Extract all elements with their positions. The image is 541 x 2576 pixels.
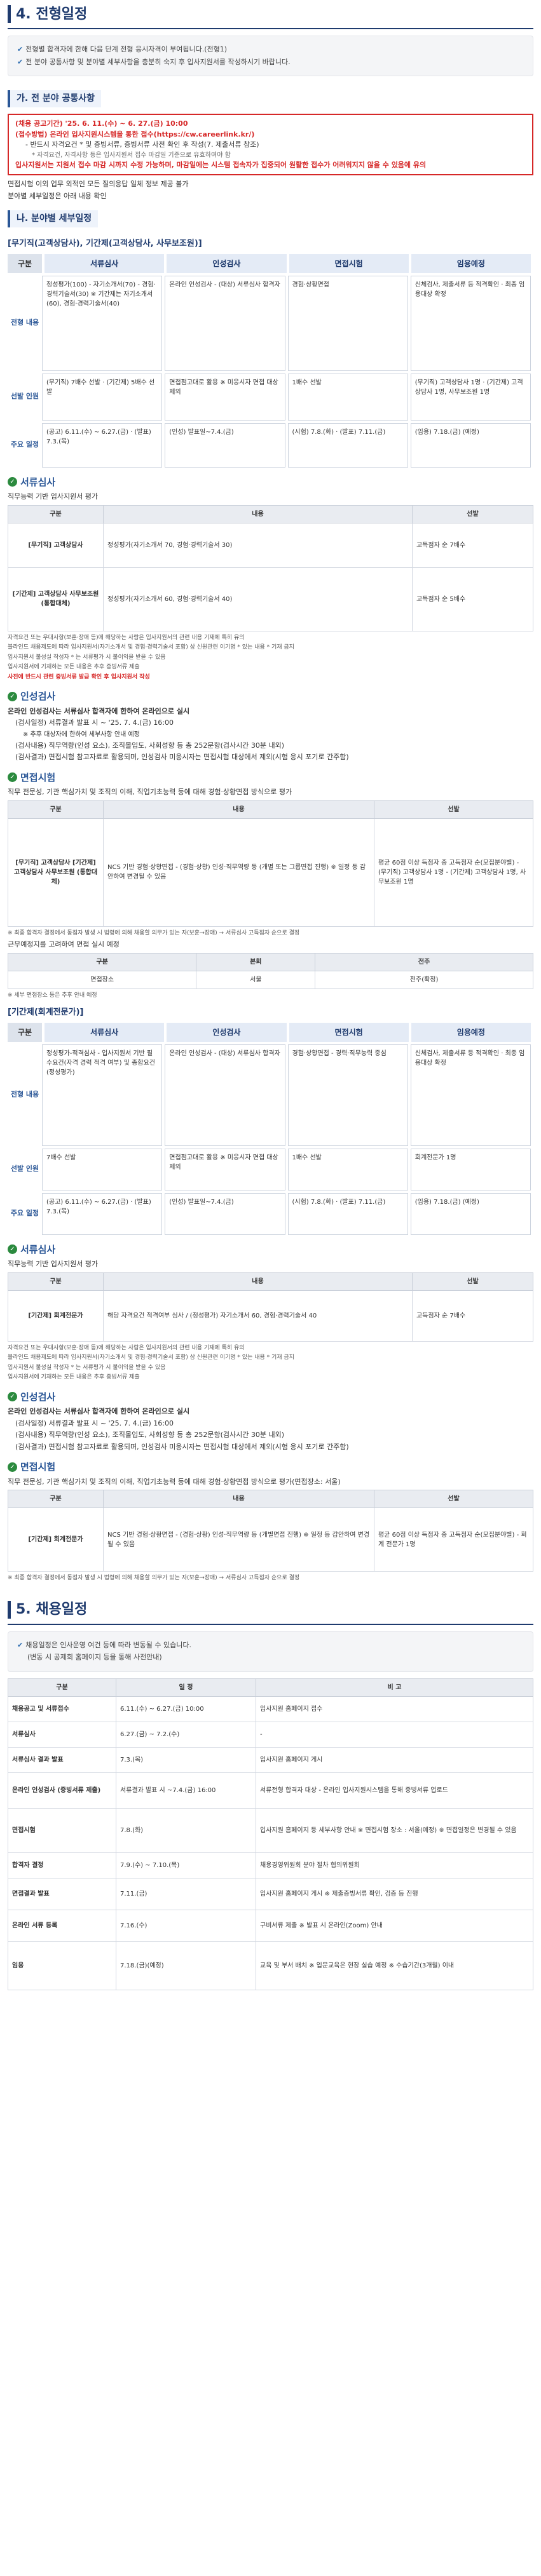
location-table: 구분 본회 전주 면접장소 서울 전주(확정) xyxy=(7,952,533,989)
select-box: 면접점고대로 활용 ※ 미응시자 면접 대상 제외 xyxy=(165,373,285,421)
check-circle-icon: ✓ xyxy=(8,1392,17,1402)
section4-notice: ✔ 전형별 합격자에 한해 다음 단계 전형 응시자격이 부여됩니다.(전형1) … xyxy=(8,36,533,76)
doc1-table: 구분 내용 선발 [무기직] 고객상담사 정성평가(자기소개서 70, 경험·경… xyxy=(8,504,533,631)
check-circle-icon: ✓ xyxy=(8,772,17,783)
stage-flow: 구분 서류심사 인성검사 면접시험 임용예정 xyxy=(8,1022,533,1042)
common-redbox: (채용 공고기간) '25. 6. 11.(수) ~ 6. 27.(금) 10:… xyxy=(8,114,533,175)
table-row: 온라인 인성검사 (증빙서류 제출) 서류결과 발표 시 ~7.4.(금) 16:… xyxy=(8,1772,533,1809)
row-label: 주요 일정 xyxy=(10,440,39,449)
notice-line: * 자격요건, 자격사항 등은 입사지원서 접수 마감일 기준으로 유효하여야 … xyxy=(32,151,231,159)
content-box: 경험·상황면접 xyxy=(287,275,408,371)
notice-line: 전형별 합격자에 한해 다음 단계 전형 응시자격이 부여됩니다.(전형1) xyxy=(25,45,228,53)
selection-row: 선발 인원 (무기직) 7배수 선발 · (기간제) 5배수 선발 면접점고대로… xyxy=(8,373,533,421)
table-row: [기간제] 고객상담사 사무보조원 (통합대체) 정성평가(자기소개서 60, … xyxy=(8,567,533,631)
common-after-line: 면접시험 이외 업무 외적인 모든 질의응답 일체 정보 제공 불가 xyxy=(8,180,189,188)
table-row: 면접시험 7.8.(화) 입사지원 홈페이지 등 세부사항 안내 ※ 면접시험 장소… xyxy=(8,1807,533,1853)
doc2-heading: ✓ 서류심사 xyxy=(8,1243,533,1257)
select-box: (무기직) 7배수 선발 · (기간제) 5배수 선발 xyxy=(42,373,163,421)
notice-line: 입사지원서는 지원서 접수 마감 시까지 수정 가능하며, 마감일에는 시스템 … xyxy=(15,160,427,169)
notice-line: - 반드시 자격요건 * 및 증빙서류, 증빙서류 사전 확인 후 작성(7. … xyxy=(25,140,259,149)
row-label: 선발 인원 xyxy=(10,392,39,401)
doc1-intro: 직무능력 기반 입사지원서 평가 xyxy=(8,492,99,501)
stage-appointment: 임용예정 xyxy=(411,253,531,273)
notice-line: (채용 공고기간) '25. 6. 11.(수) ~ 6. 27.(금) 10:… xyxy=(15,119,188,128)
table-row: 서류심사 6.27.(금) ~ 7.2.(수) - xyxy=(8,1721,533,1748)
stage-label: 구분 xyxy=(8,253,42,273)
check-icon: ✔ xyxy=(17,57,24,66)
check-circle-icon: ✓ xyxy=(8,477,17,487)
table-row: 온라인 서류 등록 7.16.(수) 구비서류 제출 ※ 발표 시 온라인(Zoom… xyxy=(8,1909,533,1942)
recruitment-schedule-page: 4. 전형일정 ✔ 전형별 합격자에 한해 다음 단계 전형 응시자격이 부여됩니… xyxy=(0,0,541,2576)
select-box: (무기직) 고객상담사 1명 · (기간제) 고객상담사 1명, 사무보조원 1… xyxy=(410,373,531,421)
doc2-table: 구분 내용 선발 [기간제] 회계전문가 해당 자격요건 적격여부 심사 / (… xyxy=(8,1272,533,1342)
stage-interview: 면접시험 xyxy=(289,253,409,273)
doc2-notes: 자격요건 또는 우대사항(보훈·장애 등)에 해당하는 사람은 입사지원서의 관… xyxy=(8,1344,294,1381)
table-row: 합격자 결정 7.9.(수) ~ 7.10.(목) 채용경영위원회 분야 절차 협의… xyxy=(8,1852,533,1878)
table-row: 서류심사 결과 발표 7.3.(목) 입사지원 홈페이지 게시 xyxy=(8,1746,533,1773)
check-circle-icon: ✓ xyxy=(8,1462,17,1472)
sched-box: (인성) 발표일~7.4.(금) xyxy=(165,422,285,468)
common-subtitle: 가. 전 분야 공통사항 xyxy=(8,90,101,107)
table-row: [기간제] 회계전문가 해당 자격요건 적격여부 심사 / (정성평가) 자기소… xyxy=(8,1290,533,1342)
content-box: 정성평가(100) - 자기소개서(70) - 경험·경력기술서(30) ※ 기… xyxy=(42,275,163,371)
stage-document: 서류심사 xyxy=(45,253,165,273)
notice-line: (접수방법) 온라인 입사지원시스템을 통한 접수(https://cw.car… xyxy=(15,130,255,138)
stage-flow: 구분 서류심사 인성검사 면접시험 임용예정 xyxy=(8,253,533,273)
table-row: [기간제] 회계전문가 NCS 기반 경험·상황면접 - (경험·상황) 인성·… xyxy=(8,1507,533,1572)
interview1-table: 구분 내용 선발 [무기직] 고객상담사 [기간제] 고객상담사 사무보조원 (… xyxy=(8,800,533,927)
common-after-line: 분야별 세부일정은 아래 내용 확인 xyxy=(8,191,107,200)
sched-box: (공고) 6.11.(수) ~ 6.27.(금) · (발표) 7.3.(목) xyxy=(42,422,163,468)
section4-header: 4. 전형일정 xyxy=(8,0,533,29)
group1-title: [무기직(고객상담사), 기간제(고객상담사, 사무보조원)] xyxy=(8,239,202,248)
interview1-heading: ✓ 면접시험 xyxy=(8,771,533,785)
content-box: 온라인 인성검사 - (대상) 서류심사 합격자 xyxy=(165,275,285,371)
doc1-notes: 자격요건 또는 우대사항(보훈·장애 등)에 해당하는 사람은 입사지원서의 관… xyxy=(8,634,294,680)
section4-title: 4. 전형일정 xyxy=(16,6,88,22)
row-label: 전형 내용 xyxy=(10,318,39,327)
check-circle-icon: ✓ xyxy=(8,1244,17,1255)
doc1-heading: ✓ 서류심사 xyxy=(8,475,533,490)
sched-box: (임용) 7.18.(금) (예정) xyxy=(410,422,531,468)
group2-title: [기간제(회계전문가)] xyxy=(8,1008,84,1017)
detail-subtitle: 나. 분야별 세부일정 xyxy=(8,210,99,227)
section5-notice: ✔ 채용일정은 인사운영 여건 등에 따라 변동될 수 있습니다. (변동 시 공… xyxy=(8,1631,533,1672)
table-row: 채용공고 및 서류접수 6.11.(수) ~ 6.27.(금) 10:00 입사지원… xyxy=(8,1696,533,1722)
check-icon: ✔ xyxy=(17,1640,24,1649)
sched-box: (시험) 7.8.(화) · (발표) 7.11.(금) xyxy=(287,422,408,468)
schedule-row: 주요 일정 (공고) 6.11.(수) ~ 6.27.(금) · (발표) 7.… xyxy=(8,422,533,468)
table-row: 면접장소 서울 전주(확정) xyxy=(7,970,533,989)
notice-line: 전 분야 공통사항 및 분야별 세부사항을 충분히 숙지 후 입사지원서를 작성… xyxy=(25,57,291,66)
stage-personality: 인성검사 xyxy=(167,253,287,273)
select-box: 1배수 선발 xyxy=(287,373,408,421)
interview2-heading: ✓ 면접시험 xyxy=(8,1460,533,1474)
schedule-table: 구분 일 정 비 고 채용공고 및 서류접수 6.11.(수) ~ 6.27.(금… xyxy=(8,1678,533,1990)
table-row: [무기직] 고객상담사 정성평가(자기소개서 70, 경험·경력기술서 30) … xyxy=(8,522,533,568)
table-row: 임용 7.18.(금)(예정) 교육 및 부서 배치 ※ 입문교육은 현장 실습 예… xyxy=(8,1941,533,1990)
check-icon: ✔ xyxy=(17,45,24,53)
check-circle-icon: ✓ xyxy=(8,691,17,701)
section5-header: 5. 채용일정 xyxy=(8,1596,533,1625)
title-bar xyxy=(8,5,11,23)
table-row: [무기직] 고객상담사 [기간제] 고객상담사 사무보조원 (통합대체) NCS… xyxy=(8,818,533,927)
section5-title: 5. 채용일정 xyxy=(16,1602,88,1617)
personality1-heading: ✓ 인성검사 xyxy=(8,689,533,704)
content-row: 전형 내용 정성평가(100) - 자기소개서(70) - 경험·경력기술서(3… xyxy=(8,275,533,371)
table-row: 면접결과 발표 7.11.(금) 입사지원 홈페이지 게시 ※ 제출증빙서류 확인,… xyxy=(8,1877,533,1910)
content-box: 신체검사, 제출서류 등 적격확인 · 최종 임용대상 확정 xyxy=(410,275,531,371)
personality2-heading: ✓ 인성검사 xyxy=(8,1390,533,1405)
table-header-row: 구분 내용 선발 xyxy=(8,504,533,523)
interview2-table: 구분 내용 선발 [기간제] 회계전문가 NCS 기반 경험·상황면접 - (경… xyxy=(8,1490,533,1572)
